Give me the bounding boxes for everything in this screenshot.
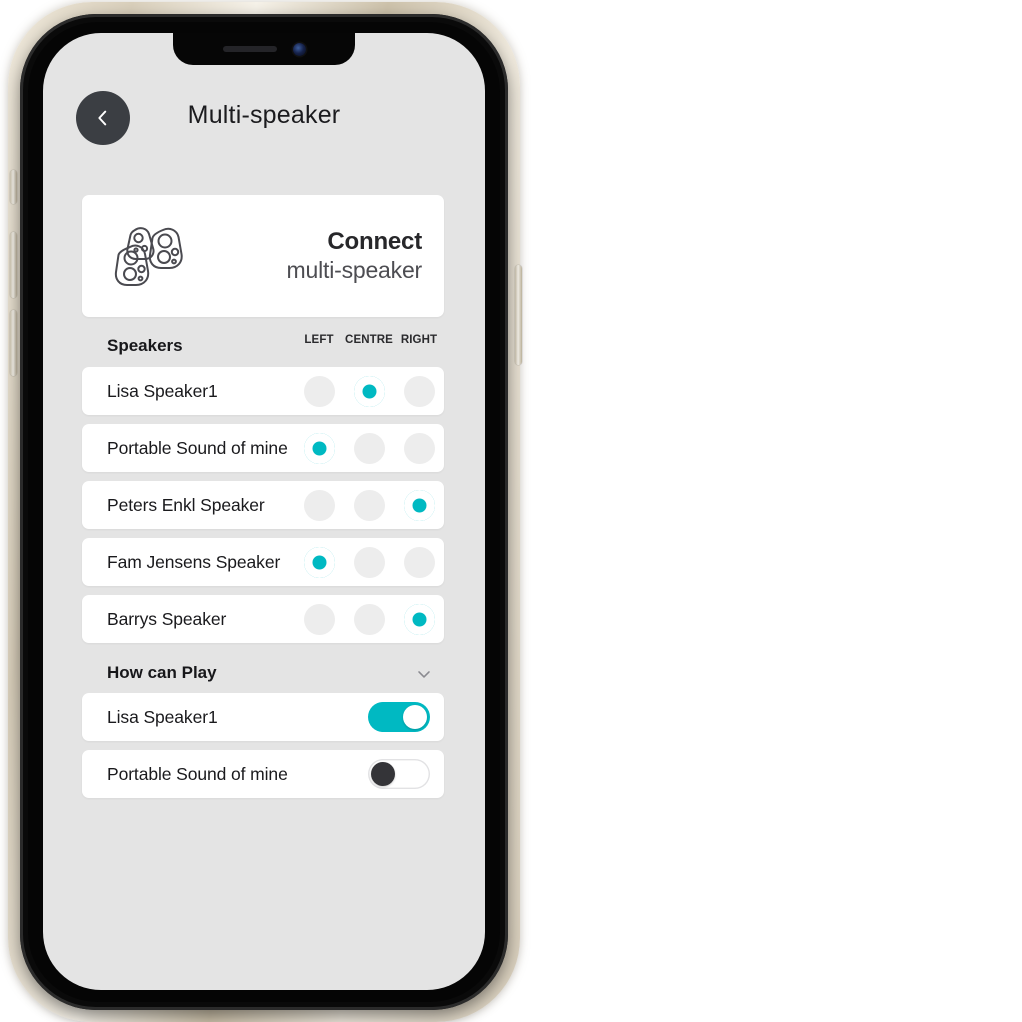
speakers-section-header: Speakers LEFT CENTRE RIGHT — [82, 328, 444, 364]
radio-right[interactable] — [394, 375, 444, 407]
list-item[interactable]: Lisa Speaker1 — [82, 693, 444, 741]
device-notch — [173, 33, 355, 65]
table-row[interactable]: Portable Sound of mine — [82, 424, 444, 472]
radio-centre[interactable] — [344, 546, 394, 578]
radio-centre[interactable] — [344, 489, 394, 521]
radio-left[interactable] — [294, 432, 344, 464]
toggle-switch-off[interactable] — [368, 759, 430, 789]
channel-radio-group — [294, 546, 444, 578]
speaker-name: Peters Enkl Speaker — [107, 494, 265, 515]
radio-right[interactable] — [394, 432, 444, 464]
volume-down-button[interactable] — [10, 310, 17, 376]
volume-up-button[interactable] — [10, 232, 17, 298]
toggle-knob — [403, 705, 427, 729]
page-title: Multi-speaker — [187, 101, 341, 129]
table-row[interactable]: Lisa Speaker1 — [82, 367, 444, 415]
list-item[interactable]: Portable Sound of mine — [82, 750, 444, 798]
front-camera-icon — [292, 42, 306, 56]
table-row[interactable]: Barrys Speaker — [82, 595, 444, 643]
power-button[interactable] — [515, 265, 522, 365]
toggle-knob — [371, 762, 395, 786]
radio-left[interactable] — [294, 546, 344, 578]
connect-card-title: Connect — [327, 228, 422, 256]
speaker-name: Lisa Speaker1 — [107, 380, 218, 401]
connect-card-subtitle: multi-speaker — [286, 256, 423, 283]
column-header-left: LEFT — [304, 334, 334, 346]
radio-left[interactable] — [294, 375, 344, 407]
channel-radio-group — [294, 489, 444, 521]
speaker-name: Portable Sound of mine — [107, 437, 288, 458]
channel-column-headers: LEFT CENTRE RIGHT — [294, 334, 444, 346]
play-speaker-name: Portable Sound of mine — [107, 763, 288, 784]
radio-centre[interactable] — [344, 603, 394, 635]
play-speaker-name: Lisa Speaker1 — [107, 706, 218, 727]
connect-multi-speaker-card[interactable]: Connect multi-speaker — [82, 195, 444, 317]
column-header-right: RIGHT — [400, 334, 438, 346]
speakers-section-title: Speakers — [107, 336, 183, 355]
speaker-name: Fam Jensens Speaker — [107, 551, 281, 572]
play-toggle[interactable] — [368, 702, 430, 732]
radio-right[interactable] — [394, 603, 444, 635]
mute-switch[interactable] — [10, 170, 17, 204]
screenshot-stage: Multi-speaker Connect multi-speaker Spea… — [0, 0, 1022, 1022]
connect-card-text: Connect multi-speaker — [194, 228, 444, 283]
app-header: Multi-speaker — [43, 91, 485, 151]
table-row[interactable]: Peters Enkl Speaker — [82, 481, 444, 529]
speaker-name: Barrys Speaker — [107, 608, 227, 629]
radio-right[interactable] — [394, 489, 444, 521]
channel-radio-group — [294, 603, 444, 635]
table-row[interactable]: Fam Jensens Speaker — [82, 538, 444, 586]
radio-centre[interactable] — [344, 375, 394, 407]
chevron-down-icon[interactable] — [414, 664, 434, 689]
radio-right[interactable] — [394, 546, 444, 578]
how-can-play-section-header[interactable]: How can Play — [82, 655, 444, 691]
how-can-play-title: How can Play — [107, 663, 217, 682]
toggle-switch-on[interactable] — [368, 702, 430, 732]
radio-left[interactable] — [294, 603, 344, 635]
column-header-centre: CENTRE — [345, 334, 393, 346]
channel-radio-group — [294, 375, 444, 407]
multi-speaker-icon — [104, 221, 194, 291]
radio-centre[interactable] — [344, 432, 394, 464]
play-toggle[interactable] — [368, 759, 430, 789]
radio-left[interactable] — [294, 489, 344, 521]
phone-screen: Multi-speaker Connect multi-speaker Spea… — [43, 33, 485, 990]
speaker-grille-icon — [222, 46, 277, 52]
channel-radio-group — [294, 432, 444, 464]
